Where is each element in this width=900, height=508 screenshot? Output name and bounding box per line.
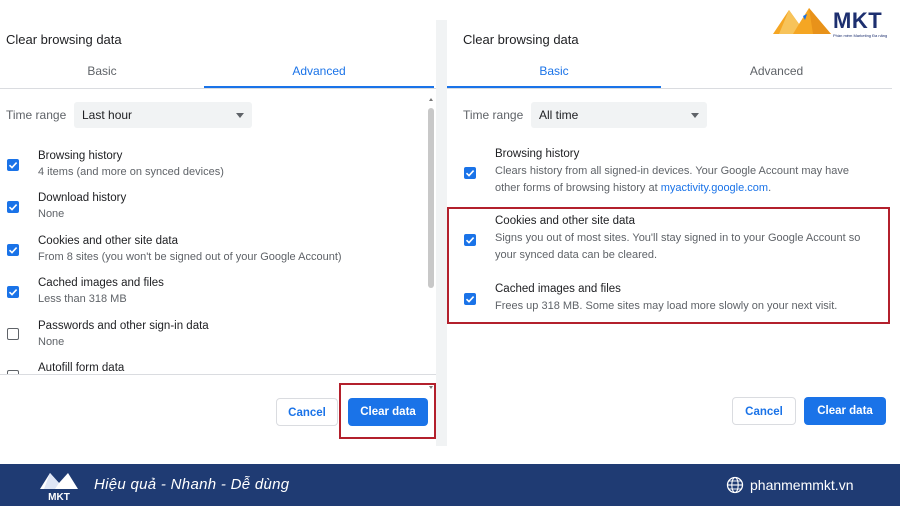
checkbox-browsing-history[interactable] xyxy=(464,167,476,179)
item-cookies: Cookies and other site data From 8 sites… xyxy=(0,235,420,275)
checkbox-download-history[interactable] xyxy=(7,201,19,213)
item-title: Cached images and files xyxy=(38,277,164,289)
item-desc-text: other forms of browsing history at xyxy=(495,182,661,194)
tab-basic[interactable]: Basic xyxy=(0,56,204,88)
time-range-label: Time range xyxy=(6,108,67,122)
logo-text: MKT xyxy=(833,8,883,33)
checkbox-browsing-history[interactable] xyxy=(7,159,19,171)
dialog-title: Clear browsing data xyxy=(6,32,122,47)
item-desc-text: . xyxy=(768,182,772,194)
footer-banner: MKT Hiệu quả - Nhanh - Dễ dùng phanmemmk… xyxy=(0,464,900,506)
dropdown-caret-icon xyxy=(691,113,699,118)
time-range-select[interactable]: Last hour xyxy=(74,102,252,128)
tab-advanced[interactable]: Advanced xyxy=(204,56,434,88)
time-range-value: Last hour xyxy=(82,108,133,122)
cancel-button[interactable]: Cancel xyxy=(276,398,338,426)
item-title: Browsing history xyxy=(38,150,123,162)
item-cached-images: Cached images and files Less than 318 MB xyxy=(0,277,420,317)
footer-logo-text: MKT xyxy=(48,492,70,503)
item-title: Browsing history xyxy=(495,148,580,160)
logo-tagline: Phần mềm Marketing Đa năng xyxy=(833,33,888,38)
time-range-row: Time range Last hour xyxy=(6,102,256,128)
scrollbar[interactable] xyxy=(428,96,434,394)
item-passwords: Passwords and other sign-in data None xyxy=(0,320,420,360)
time-range-label: Time range xyxy=(463,108,524,122)
item-desc-line: other forms of browsing history at myact… xyxy=(495,180,849,197)
item-desc: 4 items (and more on synced devices) xyxy=(38,166,224,178)
checkbox-cookies[interactable] xyxy=(7,244,19,256)
checkbox-cached-images[interactable] xyxy=(7,286,19,298)
brand-logo: MKT Phần mềm Marketing Đa năng xyxy=(773,4,893,44)
mkt-mountain-icon xyxy=(773,8,831,34)
item-desc: Less than 318 MB xyxy=(38,293,127,305)
clear-data-button[interactable]: Clear data xyxy=(804,397,886,425)
item-download-history: Download history None xyxy=(0,192,420,232)
scroll-up-arrow-icon[interactable] xyxy=(429,98,433,101)
divider xyxy=(0,374,436,375)
time-range-select[interactable]: All time xyxy=(531,102,707,128)
dialog-title: Clear browsing data xyxy=(463,32,579,47)
myactivity-link[interactable]: myactivity.google.com xyxy=(661,182,768,194)
footer-website[interactable]: phanmemmkt.vn xyxy=(750,477,853,493)
item-desc: None xyxy=(38,336,65,348)
mkt-footer-mountain-icon: MKT xyxy=(40,473,78,503)
tab-bar: Basic Advanced xyxy=(0,56,436,89)
footer-slogan: Hiệu quả - Nhanh - Dễ dùng xyxy=(94,476,290,493)
highlight-box xyxy=(447,207,890,324)
item-autofill: Autofill form data xyxy=(0,362,420,374)
tab-basic[interactable]: Basic xyxy=(447,56,661,88)
item-browsing-history: Browsing history 4 items (and more on sy… xyxy=(0,150,420,190)
scroll-thumb[interactable] xyxy=(428,108,434,288)
dropdown-caret-icon xyxy=(236,113,244,118)
item-desc: Clears history from all signed-in device… xyxy=(495,163,849,197)
item-browsing-history: Browsing history Clears history from all… xyxy=(447,148,892,200)
item-desc: From 8 sites (you won't be signed out of… xyxy=(38,251,342,263)
item-desc: None xyxy=(38,208,65,220)
tab-advanced[interactable]: Advanced xyxy=(661,56,892,88)
highlight-box-clear-button xyxy=(339,383,436,439)
cancel-button[interactable]: Cancel xyxy=(732,397,796,425)
right-clear-browsing-dialog: Clear browsing data Basic Advanced Time … xyxy=(447,20,892,446)
item-title: Passwords and other sign-in data xyxy=(38,320,209,332)
globe-icon xyxy=(726,476,744,494)
item-title: Cookies and other site data xyxy=(38,235,179,247)
checkbox-passwords[interactable] xyxy=(7,328,19,340)
footer-logo: MKT xyxy=(38,467,80,503)
item-desc-line: Clears history from all signed-in device… xyxy=(495,165,850,177)
time-range-value: All time xyxy=(539,108,579,122)
item-title: Download history xyxy=(38,192,127,204)
panel-separator xyxy=(436,20,447,446)
time-range-row: Time range All time xyxy=(463,102,713,128)
item-title: Autofill form data xyxy=(38,362,125,374)
tab-bar: Basic Advanced xyxy=(447,56,892,89)
